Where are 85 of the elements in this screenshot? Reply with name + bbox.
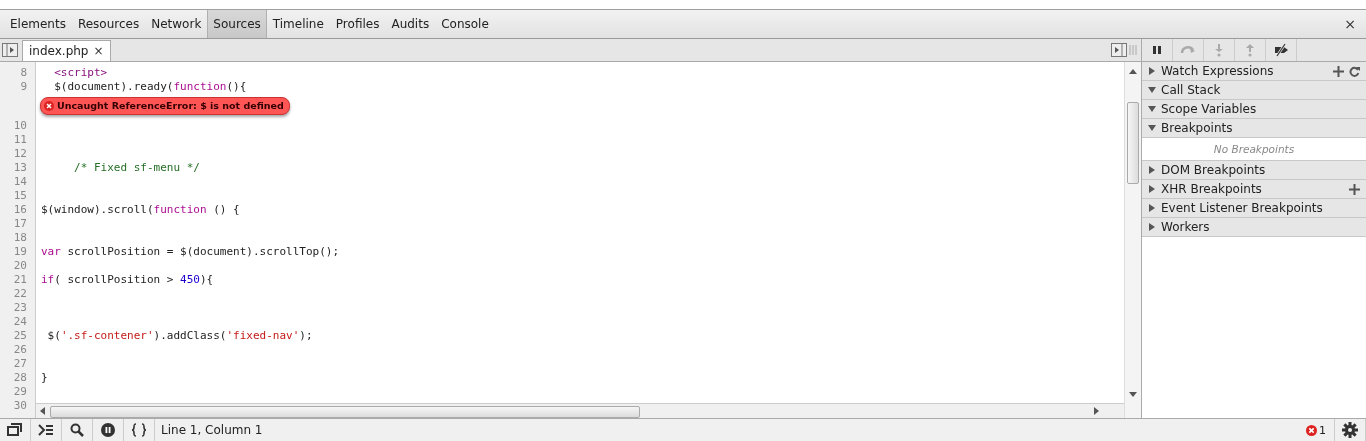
sidebar-section-header[interactable]: DOM Breakpoints [1142, 161, 1366, 180]
panel-tab[interactable]: Timeline [266, 10, 330, 38]
code-line: <script> [53, 65, 108, 79]
pretty-print-icon[interactable] [131, 423, 147, 437]
panel-tab[interactable]: Profiles [329, 10, 386, 38]
error-count[interactable]: 1 [1298, 419, 1335, 441]
line-number: 12 [12, 146, 28, 160]
panel-tab[interactable]: Audits [385, 10, 436, 38]
line-number: 27 [12, 356, 28, 370]
tab-close-button[interactable]: × [93, 44, 104, 58]
line-number: 20 [12, 258, 28, 272]
line-number: 14 [12, 174, 28, 188]
console-icon[interactable] [38, 423, 54, 437]
cursor-position: Line 1, Column 1 [160, 422, 263, 439]
sidebar-section-header[interactable]: Call Stack [1142, 81, 1366, 100]
error-message: Uncaught ReferenceError: $ is not defined [40, 96, 290, 115]
scroll-left-icon[interactable] [39, 407, 47, 415]
settings-icon[interactable] [1342, 422, 1358, 438]
scroll-up-icon[interactable] [1129, 68, 1137, 74]
panel-tab[interactable]: Network [145, 10, 208, 38]
line-number: 16 [12, 202, 28, 216]
line-number: 18 [12, 230, 28, 244]
line-number: 24 [12, 314, 28, 328]
line-number: 29 [12, 384, 28, 398]
expanded-triangle-icon[interactable] [1148, 105, 1156, 113]
sidebar-section-header[interactable]: Event Listener Breakpoints [1142, 199, 1366, 218]
refresh-icon[interactable] [1349, 65, 1360, 77]
file-tab[interactable]: index.php × [22, 40, 111, 61]
sidebar-section-header[interactable]: Watch Expressions [1142, 62, 1366, 81]
sidebar-section-header[interactable]: Workers [1142, 218, 1366, 237]
line-number: 15 [12, 188, 28, 202]
add-icon[interactable] [1333, 65, 1344, 77]
line-number: 11 [12, 132, 28, 146]
code-line: $(document).ready(function(){ [53, 79, 247, 93]
line-number: 9 [19, 79, 28, 93]
code-line: var scrollPosition = $(document).scrollTop(); [40, 244, 340, 258]
expanded-triangle-icon[interactable] [1148, 86, 1156, 94]
line-number: 21 [12, 272, 28, 286]
collapsed-triangle-icon[interactable] [1148, 185, 1156, 193]
error-icon [44, 100, 54, 111]
expanded-triangle-icon[interactable] [1148, 124, 1156, 132]
code-line: $(window).scroll(function () { [40, 202, 240, 216]
sidebar-section-header[interactable]: Scope Variables [1142, 100, 1366, 119]
sidebar-section-header[interactable]: Breakpoints [1142, 119, 1366, 138]
line-number: 13 [12, 160, 28, 174]
line-number: 19 [12, 244, 28, 258]
code-line: if( scrollPosition > 450){ [40, 272, 214, 286]
panel-tab[interactable]: Console [435, 10, 495, 38]
code-line: } [40, 370, 48, 384]
collapsed-triangle-icon[interactable] [1148, 166, 1156, 174]
line-number: 30 [12, 398, 28, 412]
line-number: 22 [12, 286, 28, 300]
line-number: 25 [12, 328, 28, 342]
panel-tab[interactable]: Sources [207, 10, 267, 38]
line-number: 26 [12, 342, 28, 356]
line-number: 28 [12, 370, 28, 384]
collapsed-triangle-icon[interactable] [1148, 223, 1156, 231]
line-number: 23 [12, 300, 28, 314]
navigator-toggle-icon[interactable] [2, 43, 18, 57]
sidebar-section-header[interactable]: XHR Breakpoints [1142, 180, 1366, 199]
add-icon[interactable] [1349, 183, 1360, 195]
scrollbar-thumb[interactable] [50, 406, 640, 418]
file-tab-label: index.php [29, 44, 89, 58]
scroll-down-icon[interactable] [1129, 392, 1137, 398]
line-number: 8 [19, 65, 28, 79]
collapsed-triangle-icon[interactable] [1148, 67, 1156, 75]
debugger-toggle-icon[interactable] [1111, 43, 1137, 57]
line-number: 17 [12, 216, 28, 230]
scroll-right-icon[interactable] [1092, 407, 1100, 415]
panel-tab[interactable]: Resources [71, 10, 146, 38]
error-icon [1306, 424, 1317, 436]
line-number: 10 [12, 118, 28, 132]
dock-icon[interactable] [7, 423, 23, 437]
empty-list-message: No Breakpoints [1212, 142, 1296, 157]
code-line: /* Fixed sf-menu */ [73, 160, 200, 174]
pause-on-exceptions-icon[interactable] [101, 423, 115, 437]
scrollbar-thumb[interactable] [1127, 102, 1139, 184]
breakpoint-deactivate-icon[interactable] [1273, 43, 1289, 57]
panel-tab[interactable]: Elements [4, 10, 72, 38]
close-button[interactable]: × [1334, 10, 1366, 38]
horizontal-scrollbar[interactable] [36, 403, 1124, 418]
collapsed-triangle-icon[interactable] [1148, 204, 1156, 212]
vertical-scrollbar[interactable] [1124, 62, 1141, 418]
code-line: $('.sf-contener').addClass('fixed-nav'); [46, 328, 313, 342]
search-icon[interactable] [70, 423, 84, 437]
